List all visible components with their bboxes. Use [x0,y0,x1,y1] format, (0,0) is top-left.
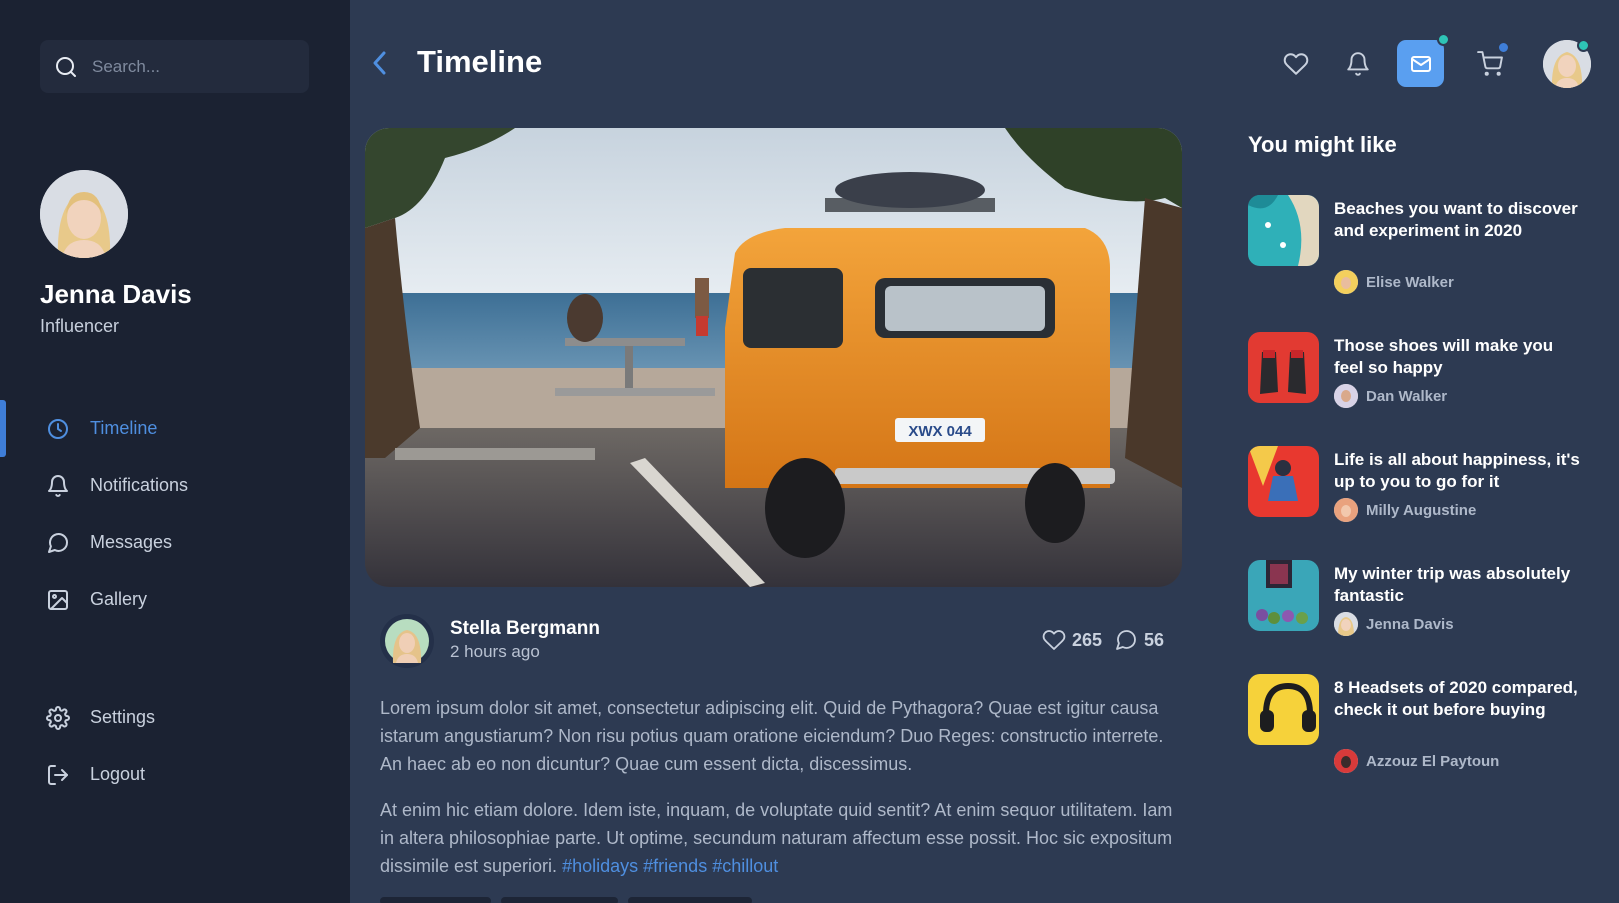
sidebar-item-label: Settings [90,707,156,727]
suggestion-thumbnail [1248,446,1319,517]
back-button[interactable] [368,48,392,78]
sidebar-nav: Timeline Notifications Messages Gallery [0,400,350,628]
messages-button[interactable] [1397,40,1444,87]
post-tag-chip[interactable] [501,897,618,903]
comment-icon [1116,630,1136,650]
author-name: Dan Walker [1366,387,1448,405]
hashtag-link[interactable]: #holidays [562,856,638,876]
post-paragraph: Lorem ipsum dolor sit amet, consectetur … [380,698,1164,774]
favorites-button[interactable] [1283,51,1309,77]
author-avatar [1334,612,1358,636]
author-avatar [1334,498,1358,522]
sidebar-item-gallery[interactable]: Gallery [0,571,350,628]
cart-badge [1497,41,1510,54]
sidebar-item-timeline[interactable]: Timeline [0,400,350,457]
author-name: Elise Walker [1366,273,1454,291]
suggestion-title: Beaches you want to discover and experim… [1334,199,1578,240]
post-tag-chip[interactable] [380,897,491,903]
author-name: Azzouz El Paytoun [1366,752,1500,770]
suggestion-title: Those shoes will make you feel so happy [1334,336,1554,377]
cart-button[interactable] [1477,51,1503,77]
suggestion-thumbnail [1248,674,1319,745]
suggestion-item[interactable]: 8 Headsets of 2020 compared, check it ou… [1248,674,1588,774]
post-time: 2 hours ago [450,642,540,661]
post-stats: 265 56 [1042,628,1176,652]
sidebar-item-label: Timeline [90,418,158,438]
sidebar-item-logout[interactable]: Logout [0,746,350,803]
sidebar-item-messages[interactable]: Messages [0,514,350,571]
suggestion-author: Milly Augustine [1334,498,1476,522]
sidebar: Jenna Davis Influencer Timeline Notifica… [0,0,350,903]
suggestions-title: You might like [1248,132,1397,157]
hashtag-link[interactable]: #chillout [712,856,778,876]
clock-icon [48,418,68,439]
search-box[interactable] [40,40,309,93]
suggestion-title: My winter trip was absolutely fantastic [1334,564,1571,605]
sidebar-item-label: Notifications [90,475,189,495]
suggestion-item[interactable]: Beaches you want to discover and experim… [1248,195,1588,295]
heart-icon [1283,53,1309,75]
like-count: 265 [1072,629,1103,650]
suggestion-item[interactable]: My winter trip was absolutely fantastic … [1248,560,1588,660]
suggestion-thumbnail [1248,332,1319,403]
suggestion-title: 8 Headsets of 2020 compared, check it ou… [1334,678,1578,719]
profile-name: Jenna Davis [40,279,192,309]
post-author-name[interactable]: Stella Bergmann [450,618,600,640]
heart-icon [1042,630,1066,650]
profile-role: Influencer [40,316,120,336]
image-icon [48,589,68,610]
author-avatar [1334,384,1358,408]
author-avatar [1334,749,1358,773]
author-name: Jenna Davis [1366,615,1454,633]
suggestion-author: Elise Walker [1334,270,1454,294]
bell-icon [48,474,68,497]
logout-icon [48,764,68,785]
suggestion-author: Dan Walker [1334,384,1447,408]
license-plate: XWX 044 [908,423,972,440]
comment-button[interactable]: 56 [1114,628,1164,652]
search-input[interactable] [92,56,292,77]
suggestion-thumbnail [1248,195,1319,266]
post-paragraph: At enim hic etiam dolore. Idem iste, inq… [380,796,1180,880]
post-tag-chip[interactable] [628,897,752,903]
sidebar-bottom-nav: Settings Logout [0,689,350,803]
sidebar-item-notifications[interactable]: Notifications [0,457,350,514]
post-author-avatar[interactable] [380,614,434,668]
sidebar-item-label: Gallery [90,589,148,609]
cart-icon [1477,51,1503,76]
suggestion-author: Jenna Davis [1334,612,1454,636]
sidebar-item-label: Logout [90,764,146,784]
notifications-button[interactable] [1345,51,1371,77]
comment-count: 56 [1144,629,1165,650]
mail-icon [1410,55,1431,72]
sidebar-item-label: Messages [90,532,173,552]
suggestion-title: Life is all about happiness, it's up to … [1334,450,1580,491]
like-button[interactable]: 265 [1042,628,1102,652]
search-icon [56,56,76,77]
suggestion-thumbnail [1248,560,1319,631]
author-avatar [1334,270,1358,294]
profile-avatar[interactable] [40,170,128,258]
mail-badge [1437,33,1450,46]
author-name: Milly Augustine [1366,501,1477,519]
page-title: Timeline [417,44,543,79]
sidebar-item-settings[interactable]: Settings [0,689,350,746]
bell-icon [1347,52,1369,76]
chevron-left-icon [373,51,386,75]
online-badge [1577,39,1590,52]
suggestion-item[interactable]: Life is all about happiness, it's up to … [1248,446,1588,546]
hashtag-link[interactable]: #friends [643,856,707,876]
post-image[interactable]: XWX 044 [365,128,1182,587]
suggestion-item[interactable]: Those shoes will make you feel so happy … [1248,332,1588,432]
gear-icon [46,705,70,730]
chat-icon [48,532,69,553]
suggestion-author: Azzouz El Paytoun [1334,749,1499,773]
